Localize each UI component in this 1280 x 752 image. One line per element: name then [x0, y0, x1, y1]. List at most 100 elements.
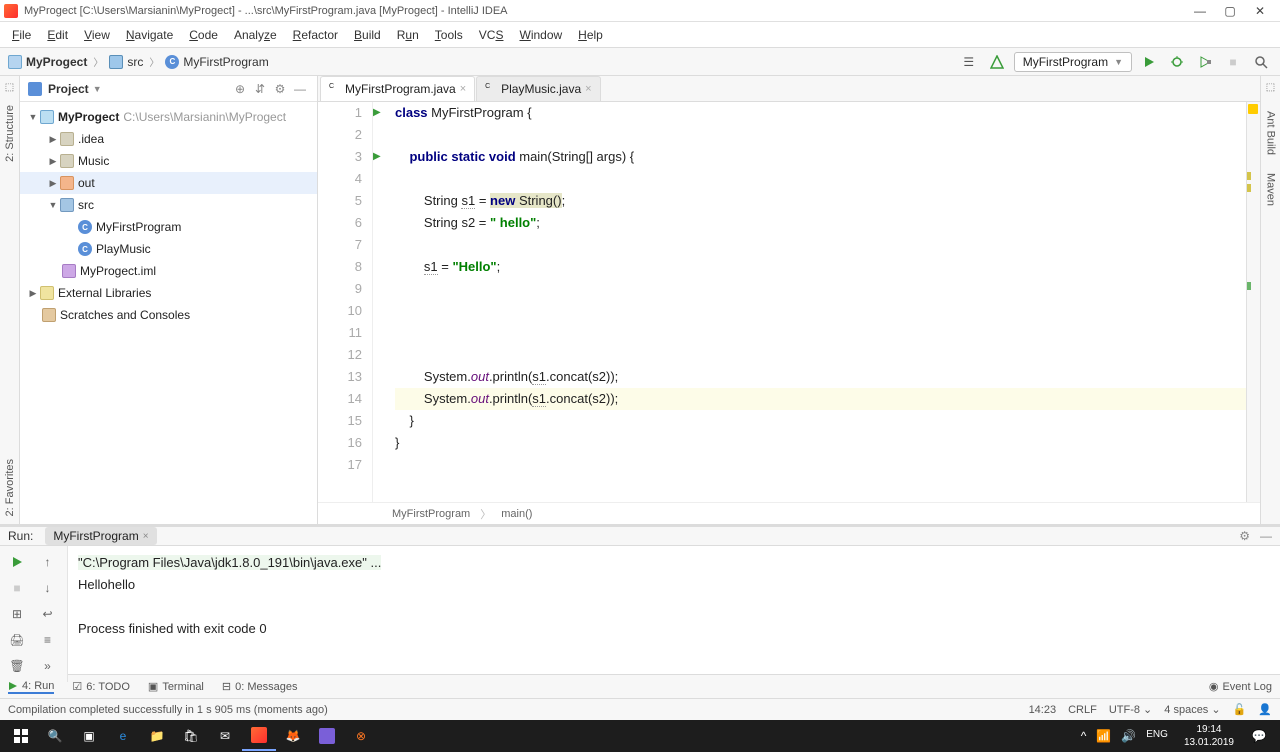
coverage-button[interactable]: [1194, 51, 1216, 73]
menu-run[interactable]: Run: [389, 26, 427, 44]
tab-playmusic[interactable]: CPlayMusic.java×: [476, 76, 600, 101]
breadcrumb-file[interactable]: CMyFirstProgram: [165, 55, 268, 69]
firefox-icon[interactable]: 🦊: [276, 721, 310, 751]
rerun-icon[interactable]: [4, 550, 30, 574]
menu-vcs[interactable]: VCS: [471, 26, 512, 44]
run-configuration-select[interactable]: MyFirstProgram▼: [1014, 52, 1132, 72]
bottom-tab-todo[interactable]: ☑ 6: TODO: [72, 680, 129, 693]
build-icon[interactable]: [986, 51, 1008, 73]
taskbar-clock[interactable]: 19:14 13.01.2019: [1176, 723, 1242, 749]
bottom-tab-run[interactable]: 4: Run: [8, 680, 54, 694]
xampp-icon[interactable]: ⊗: [344, 721, 378, 751]
close-icon[interactable]: ×: [143, 531, 149, 542]
menu-view[interactable]: View: [76, 26, 118, 44]
gear-icon[interactable]: ⚙: [1239, 529, 1250, 543]
step-up-icon[interactable]: ↑: [35, 550, 61, 574]
network-icon[interactable]: 📶: [1096, 729, 1111, 743]
bottom-tab-eventlog[interactable]: ◉ Event Log: [1209, 680, 1272, 693]
language-icon[interactable]: ENG: [1146, 729, 1168, 743]
bottom-tab-terminal[interactable]: ▣ Terminal: [148, 680, 204, 693]
ant-build-tab[interactable]: Ant Build: [1265, 111, 1277, 155]
tree-class-2[interactable]: CPlayMusic: [20, 238, 317, 260]
notifications-icon[interactable]: 💬: [1242, 721, 1276, 751]
print-icon[interactable]: 🖨: [4, 628, 30, 652]
line-separator[interactable]: CRLF: [1068, 704, 1097, 716]
tree-idea[interactable]: ▶.idea: [20, 128, 317, 150]
antbuild-tool-tab[interactable]: ⬚: [1266, 82, 1275, 93]
encoding[interactable]: UTF-8 ⌄: [1109, 703, 1152, 716]
editor-marker-bar[interactable]: [1246, 102, 1260, 502]
run-tab-myfirstprogram[interactable]: MyFirstProgram×: [45, 527, 156, 545]
editor-breadcrumbs[interactable]: MyFirstProgram〉main(): [318, 502, 1260, 524]
console-output[interactable]: "C:\Program Files\Java\jdk1.8.0_191\bin\…: [68, 546, 1280, 682]
speaker-icon[interactable]: 🔊: [1121, 729, 1136, 743]
maximize-button[interactable]: ▢: [1222, 3, 1238, 19]
explorer-icon[interactable]: 📁: [140, 721, 174, 751]
menu-navigate[interactable]: Navigate: [118, 26, 181, 44]
phpstorm-icon[interactable]: [310, 721, 344, 751]
more-icon[interactable]: »: [35, 654, 61, 678]
menu-analyze[interactable]: Analyze: [226, 26, 285, 44]
chevron-down-icon[interactable]: ▼: [93, 84, 102, 94]
run-class-icon[interactable]: ▶: [373, 102, 391, 124]
gear-icon[interactable]: ⚙: [271, 80, 289, 98]
menu-help[interactable]: Help: [570, 26, 611, 44]
tab-myfirstprogram[interactable]: CMyFirstProgram.java×: [320, 76, 475, 101]
menu-refactor[interactable]: Refactor: [285, 26, 346, 44]
inspection-indicator-icon[interactable]: [1248, 104, 1258, 114]
run-button[interactable]: [1138, 51, 1160, 73]
intellij-icon[interactable]: [242, 721, 276, 751]
search-icon[interactable]: [1250, 51, 1272, 73]
menu-edit[interactable]: Edit: [39, 26, 76, 44]
tree-root[interactable]: ▼MyProgectC:\Users\Marsianin\MyProgect: [20, 106, 317, 128]
menu-window[interactable]: Window: [511, 26, 570, 44]
menu-build[interactable]: Build: [346, 26, 389, 44]
structure-tool-tab[interactable]: 2: Structure: [4, 105, 16, 162]
cursor-position[interactable]: 14:23: [1029, 704, 1057, 716]
breadcrumb-root[interactable]: MyProgect: [8, 55, 87, 69]
delete-icon[interactable]: 🗑: [4, 654, 30, 678]
project-structure-icon[interactable]: ☰: [958, 51, 980, 73]
menu-tools[interactable]: Tools: [427, 26, 471, 44]
project-tool-tab[interactable]: ⬚: [5, 82, 14, 93]
tree-out[interactable]: ▶out: [20, 172, 317, 194]
layout-icon[interactable]: ⊞: [4, 602, 30, 626]
maven-tab[interactable]: Maven: [1265, 173, 1277, 206]
close-icon[interactable]: ×: [460, 83, 466, 95]
filter-icon[interactable]: ≡: [35, 628, 61, 652]
run-main-icon[interactable]: ▶: [373, 146, 391, 168]
search-icon[interactable]: 🔍: [38, 721, 72, 751]
locate-icon[interactable]: ⊕: [231, 80, 249, 98]
tree-src[interactable]: ▼src: [20, 194, 317, 216]
tree-class-1[interactable]: CMyFirstProgram: [20, 216, 317, 238]
hide-panel-icon[interactable]: —: [1260, 529, 1272, 543]
tree-iml[interactable]: MyProgect.iml: [20, 260, 317, 282]
menu-code[interactable]: Code: [181, 26, 226, 44]
indent[interactable]: 4 spaces ⌄: [1164, 703, 1220, 716]
start-button[interactable]: [4, 721, 38, 751]
close-button[interactable]: ✕: [1252, 3, 1268, 19]
edge-icon[interactable]: e: [106, 721, 140, 751]
tree-music[interactable]: ▶Music: [20, 150, 317, 172]
tree-scratches[interactable]: Scratches and Consoles: [20, 304, 317, 326]
hide-panel-icon[interactable]: —: [291, 80, 309, 98]
run-gutter[interactable]: ▶ ▶: [373, 102, 391, 502]
step-down-icon[interactable]: ↓: [35, 576, 61, 600]
mail-icon[interactable]: ✉: [208, 721, 242, 751]
favorites-tool-tab[interactable]: 2: Favorites: [4, 459, 16, 516]
code-editor[interactable]: 1234567891011121314151617 ▶ ▶ class MyFi…: [318, 102, 1260, 502]
taskview-icon[interactable]: ▣: [72, 721, 106, 751]
hector-icon[interactable]: 👤: [1258, 703, 1272, 716]
debug-button[interactable]: [1166, 51, 1188, 73]
minimize-button[interactable]: —: [1192, 3, 1208, 19]
close-icon[interactable]: ×: [585, 83, 591, 95]
readonly-lock-icon[interactable]: 🔓: [1233, 703, 1247, 716]
system-tray[interactable]: ^ 📶 🔊 ENG: [1081, 729, 1176, 743]
store-icon[interactable]: 🛍: [174, 721, 208, 751]
menu-file[interactable]: File: [4, 26, 39, 44]
tray-chevron-icon[interactable]: ^: [1081, 729, 1087, 743]
bottom-tab-messages[interactable]: ⊟ 0: Messages: [222, 680, 298, 693]
wrap-icon[interactable]: ↩: [35, 602, 61, 626]
tree-external-libs[interactable]: ▶External Libraries: [20, 282, 317, 304]
breadcrumb-src[interactable]: src: [109, 55, 143, 69]
